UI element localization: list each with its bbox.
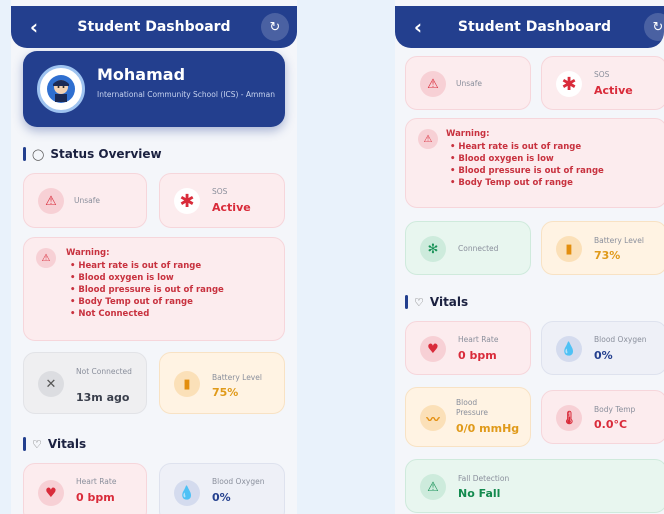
blood-oxygen-card[interactable]: 💧 Blood Oxygen 0% [159, 463, 285, 514]
battery-value: 73% [594, 249, 621, 262]
vitals-heading: ♡ Vitals [405, 295, 468, 309]
blood-oxygen-value: 0% [594, 349, 613, 362]
heart-rate-value: 0 bpm [76, 491, 115, 504]
warning-card: ⚠ Warning: Heart rate is out of range Bl… [405, 118, 664, 208]
battery-value: 75% [212, 386, 239, 399]
refresh-button[interactable]: ↻ [644, 13, 664, 41]
battery-icon: ▮ [556, 236, 582, 262]
bluetooth-off-icon: ✕ [38, 371, 64, 397]
vitals-heading: ♡ Vitals [23, 437, 86, 451]
refresh-icon: ↻ [269, 19, 281, 35]
school-name: International Community School (ICS) - A… [97, 90, 275, 99]
safety-status-card[interactable]: ⚠ Unsafe [23, 173, 147, 228]
alert-triangle-icon: ⚠ [420, 71, 446, 97]
safety-status-label: Unsafe [74, 196, 101, 205]
warning-title: Warning: [66, 248, 110, 258]
heart-icon: ♡ [414, 295, 424, 309]
battery-icon: ▮ [174, 371, 200, 397]
app-header: ‹ Student Dashboard ↻ [395, 6, 664, 48]
sos-label: SOS [212, 187, 228, 196]
back-button[interactable]: ‹ [21, 14, 47, 40]
student-profile-card: Mohamad International Community School (… [23, 51, 285, 127]
status-overview-heading: ◯ Status Overview [23, 147, 162, 161]
alert-triangle-icon: ⚠ [418, 129, 438, 149]
fall-detection-card[interactable]: ⚠ Fall Detection No Fall [405, 459, 664, 513]
heart-icon: ♥ [420, 336, 446, 362]
list-item: Blood pressure is out of range [70, 284, 223, 296]
chevron-left-icon: ‹ [413, 15, 423, 39]
heart-rate-label: Heart Rate [458, 335, 499, 344]
student-name: Mohamad [97, 65, 186, 84]
safety-status-label: Unsafe [456, 79, 483, 88]
alert-triangle-icon: ⚠ [420, 474, 446, 500]
heart-rate-card[interactable]: ♥ Heart Rate 0 bpm [23, 463, 147, 514]
body-temp-value: 0.0°C [594, 418, 628, 431]
list-item: Blood oxygen is low [70, 272, 224, 284]
thermometer-icon: 🌡 [556, 405, 582, 431]
asterisk-icon: ✱ [174, 188, 200, 214]
refresh-icon: ↻ [652, 19, 664, 35]
battery-label: Battery Level [594, 236, 644, 245]
page-title: Student Dashboard [77, 19, 231, 35]
connection-card[interactable]: ✻ Connected [405, 221, 531, 275]
battery-card[interactable]: ▮ Battery Level 75% [159, 352, 285, 414]
chevron-left-icon: ‹ [29, 15, 39, 39]
fall-detection-value: No Fall [458, 487, 501, 500]
app-header: ‹ Student Dashboard ↻ [11, 6, 297, 48]
blood-pressure-label: Blood Pressure [456, 398, 489, 417]
left-screen: ‹ Student Dashboard ↻ Mohamad Internatio… [11, 0, 297, 514]
sos-label: SOS [594, 70, 610, 79]
drop-icon: 💧 [174, 480, 200, 506]
blood-pressure-value: 0/0 mmHg [456, 422, 520, 435]
asterisk-icon: ✱ [556, 71, 582, 97]
back-button[interactable]: ‹ [405, 14, 431, 40]
warning-list: Heart rate is out of range Blood oxygen … [450, 141, 604, 189]
blood-pressure-icon: 〰 [420, 405, 446, 431]
blood-pressure-card[interactable]: 〰 Blood Pressure 0/0 mmHg [405, 387, 531, 447]
list-item: Heart rate is out of range [70, 260, 224, 272]
heart-rate-card[interactable]: ♥ Heart Rate 0 bpm [405, 321, 531, 375]
refresh-button[interactable]: ↻ [261, 13, 289, 41]
battery-label: Battery Level [212, 373, 262, 382]
sos-card[interactable]: ✱ SOS Active [159, 173, 285, 228]
list-item: Blood pressure is out of range [450, 165, 603, 177]
body-temp-label: Body Temp [594, 405, 636, 414]
blood-oxygen-label: Blood Oxygen [212, 477, 265, 486]
body-temp-card[interactable]: 🌡 Body Temp 0.0°C [541, 390, 664, 444]
heart-rate-label: Heart Rate [76, 477, 117, 486]
connection-card[interactable]: ✕ Not Connected 13m ago [23, 352, 147, 414]
list-item: Blood oxygen is low [450, 153, 604, 165]
right-screen: ‹ Student Dashboard ↻ ⚠ Unsafe ✱ SOS Act… [395, 0, 664, 514]
warning-list: Heart rate is out of range Blood oxygen … [70, 260, 224, 320]
heart-icon: ♥ [38, 480, 64, 506]
list-item: Body Temp out of range [450, 177, 604, 189]
drop-icon: 💧 [556, 336, 582, 362]
last-seen-time: 13m ago [76, 391, 130, 404]
sos-value: Active [212, 201, 251, 214]
sos-card[interactable]: ✱ SOS Active [541, 56, 664, 110]
warning-title: Warning: [446, 129, 490, 139]
list-item: Not Connected [70, 308, 224, 320]
battery-card[interactable]: ▮ Battery Level 73% [541, 221, 664, 275]
shield-icon: ◯ [32, 147, 45, 161]
heart-icon: ♡ [32, 437, 42, 451]
connection-status-label: Not Connected [76, 367, 132, 376]
sos-value: Active [594, 84, 633, 97]
blood-oxygen-value: 0% [212, 491, 231, 504]
connection-status-label: Connected [458, 244, 499, 253]
student-avatar-icon [47, 75, 75, 103]
alert-triangle-icon: ⚠ [36, 248, 56, 268]
bluetooth-icon: ✻ [420, 236, 446, 262]
list-item: Body Temp out of range [70, 296, 224, 308]
list-item: Heart rate is out of range [450, 141, 604, 153]
blood-oxygen-label: Blood Oxygen [594, 335, 647, 344]
blood-oxygen-card[interactable]: 💧 Blood Oxygen 0% [541, 321, 664, 375]
warning-card: ⚠ Warning: Heart rate is out of range Bl… [23, 237, 285, 341]
safety-status-card[interactable]: ⚠ Unsafe [405, 56, 531, 110]
heart-rate-value: 0 bpm [458, 349, 497, 362]
alert-triangle-icon: ⚠ [38, 188, 64, 214]
avatar [37, 65, 85, 113]
page-title: Student Dashboard [457, 19, 612, 35]
fall-detection-label: Fall Detection [458, 474, 510, 483]
